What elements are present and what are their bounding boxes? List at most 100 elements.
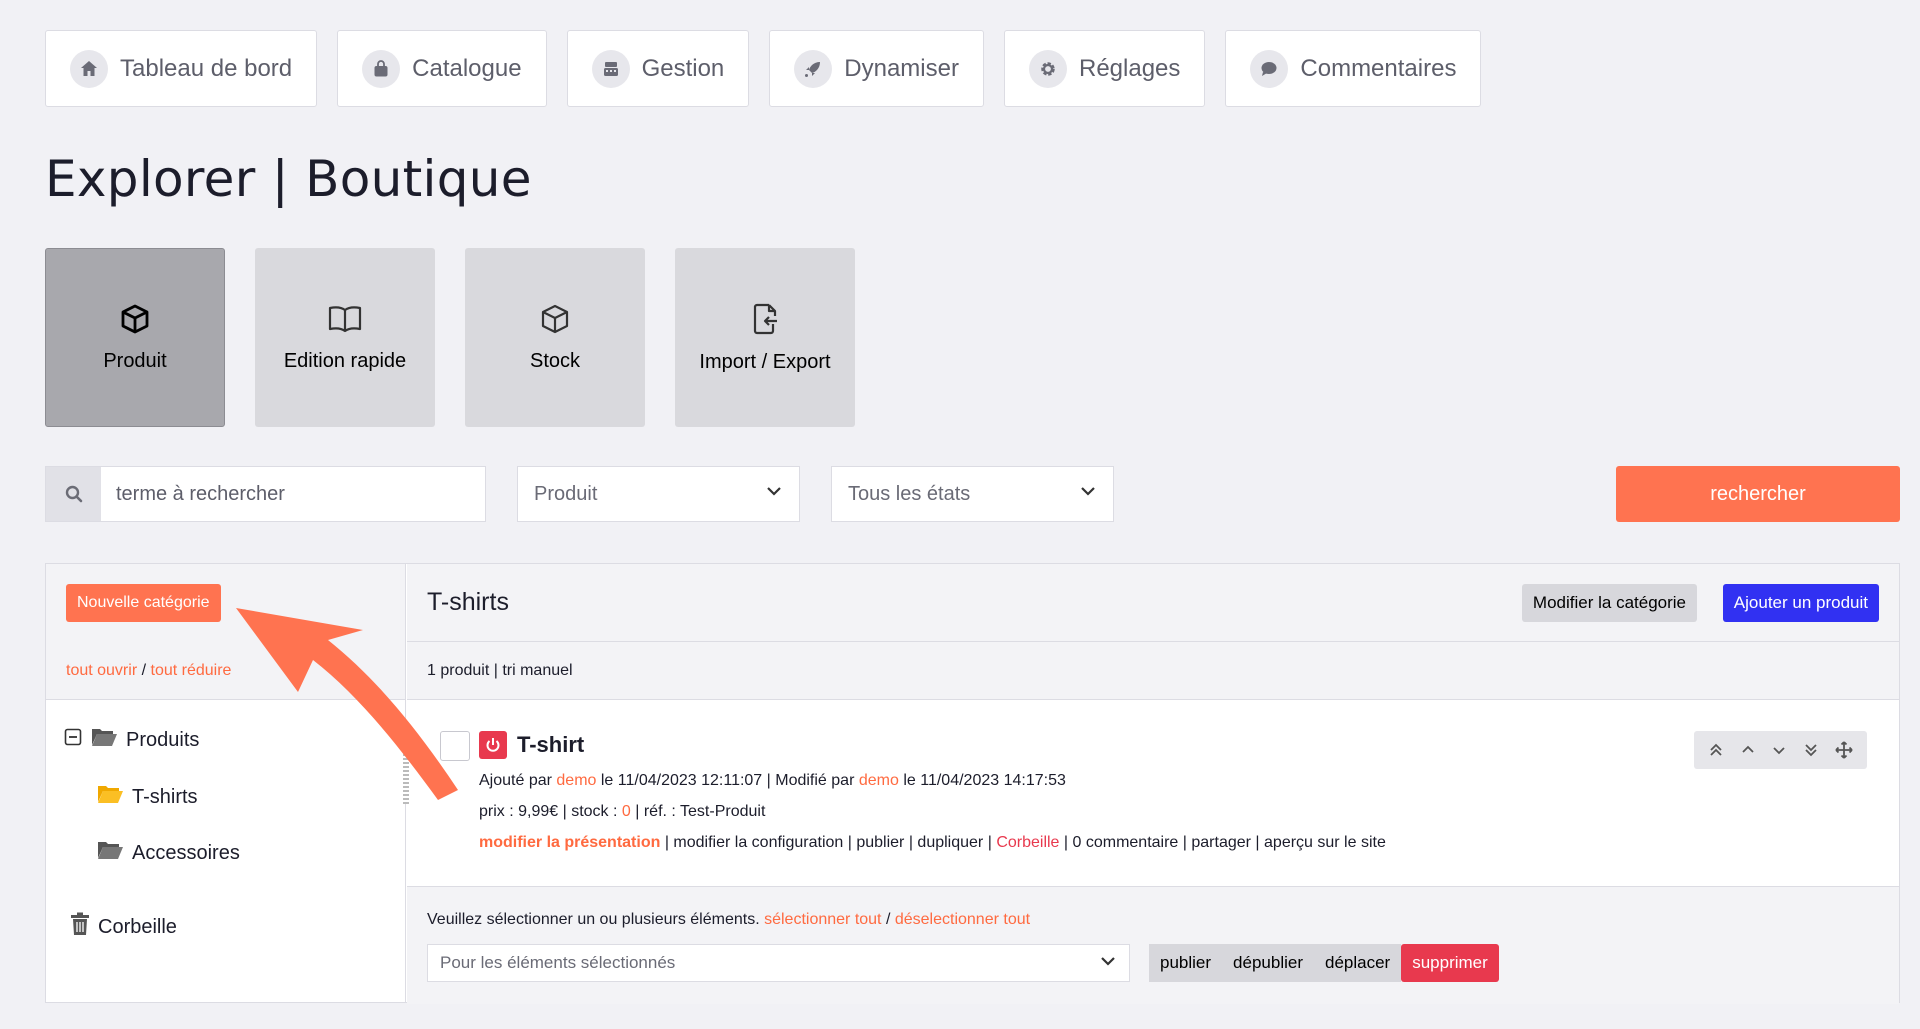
drag-move-icon[interactable] bbox=[1835, 741, 1853, 759]
search-box bbox=[45, 466, 486, 522]
nav-reglages[interactable]: Réglages bbox=[1003, 30, 1206, 107]
product-checkbox[interactable] bbox=[440, 731, 470, 761]
tree-item-trash[interactable]: Corbeille bbox=[70, 912, 177, 942]
sidebar-header: Nouvelle catégorie tout ouvrir / tout ré… bbox=[46, 564, 405, 700]
collapse-icon[interactable] bbox=[64, 728, 82, 752]
selection-hint: Veuillez sélectionner un ou plusieurs él… bbox=[427, 911, 760, 928]
product-actions-end[interactable]: | 0 commentaire | partager | aperçu sur … bbox=[1064, 834, 1386, 851]
category-sidebar: Nouvelle catégorie tout ouvrir / tout ré… bbox=[46, 564, 409, 1002]
type-select[interactable]: Produit bbox=[517, 466, 800, 522]
tile-label: Import / Export bbox=[699, 350, 831, 373]
tree-item-tshirts[interactable]: T-shirts bbox=[96, 783, 198, 811]
move-button[interactable]: déplacer bbox=[1314, 944, 1402, 982]
nav-label: Catalogue bbox=[412, 54, 522, 82]
section-tiles: Produit Edition rapide Stock Import / Ex… bbox=[45, 248, 855, 427]
category-title: T-shirts bbox=[427, 588, 509, 616]
product-meta-line: Ajouté par demo le 11/04/2023 12:11:07 |… bbox=[479, 772, 1066, 790]
add-product-button[interactable]: Ajouter un produit bbox=[1722, 584, 1879, 622]
edit-category-button[interactable]: Modifier la catégorie bbox=[1521, 584, 1697, 622]
nav-commentaires[interactable]: Commentaires bbox=[1225, 30, 1482, 107]
nav-label: Tableau de bord bbox=[120, 54, 293, 82]
tile-import-export[interactable]: Import / Export bbox=[675, 248, 855, 427]
tile-edition-rapide[interactable]: Edition rapide bbox=[255, 248, 435, 427]
trash-link[interactable]: Corbeille bbox=[996, 834, 1059, 851]
select-all-link[interactable]: sélectionner tout bbox=[764, 911, 881, 928]
delete-button[interactable]: supprimer bbox=[1401, 944, 1499, 982]
publish-button[interactable]: publier bbox=[1149, 944, 1223, 982]
state-select-value: Tous les états bbox=[848, 482, 971, 505]
tree-item-produits[interactable]: Produits bbox=[64, 726, 199, 754]
bulk-actions-area: Veuillez sélectionner un ou plusieurs él… bbox=[407, 887, 1899, 1004]
nav-catalogue[interactable]: Catalogue bbox=[337, 30, 547, 107]
tree-toggle-links: tout ouvrir / tout réduire bbox=[66, 662, 231, 680]
deselect-all-link[interactable]: déselectionner tout bbox=[895, 911, 1030, 928]
link-separator: / bbox=[885, 911, 891, 928]
nav-gestion[interactable]: Gestion bbox=[566, 30, 750, 107]
chevron-down-icon bbox=[1099, 952, 1117, 975]
product-actions[interactable]: | modifier la configuration | publier | … bbox=[665, 834, 992, 851]
bulk-action-select[interactable]: Pour les éléments sélectionnés bbox=[427, 944, 1130, 982]
page-title: Explorer | Boutique bbox=[45, 150, 532, 208]
tile-label: Stock bbox=[529, 349, 581, 372]
tile-label: Produit bbox=[103, 349, 167, 372]
price-text: prix : 9,99€ | stock : bbox=[479, 803, 618, 820]
modified-by-link[interactable]: demo bbox=[859, 772, 899, 789]
search-icon[interactable] bbox=[46, 467, 101, 521]
new-category-button[interactable]: Nouvelle catégorie bbox=[66, 584, 221, 622]
product-row: T-shirt Ajouté par demo le 11/04/2023 12… bbox=[407, 700, 1899, 887]
added-prefix: Ajouté par bbox=[479, 772, 552, 789]
tree-item-label: Produits bbox=[126, 728, 200, 751]
explorer-panel: Nouvelle catégorie tout ouvrir / tout ré… bbox=[45, 563, 1900, 1004]
product-actions-line: modifier la présentation | modifier la c… bbox=[479, 834, 1386, 852]
state-select[interactable]: Tous les états bbox=[831, 466, 1114, 522]
added-by-link[interactable]: demo bbox=[556, 772, 596, 789]
move-down-icon[interactable] bbox=[1771, 742, 1787, 758]
bulk-buttons: publier dépublier déplacer supprimer bbox=[1149, 944, 1499, 982]
move-up-icon[interactable] bbox=[1740, 742, 1756, 758]
open-all-link[interactable]: tout ouvrir bbox=[66, 662, 137, 679]
added-date: le 11/04/2023 12:11:07 | Modifié par bbox=[600, 772, 855, 789]
category-header: T-shirts Modifier la catégorie Ajouter u… bbox=[407, 564, 1899, 642]
nav-dynamiser[interactable]: Dynamiser bbox=[769, 30, 984, 107]
nav-dashboard[interactable]: Tableau de bord bbox=[45, 30, 318, 107]
box-icon bbox=[119, 303, 151, 340]
product-info-line: prix : 9,99€ | stock : 0 | réf. : Test-P… bbox=[479, 803, 765, 821]
tree-item-label: Corbeille bbox=[98, 915, 177, 938]
move-top-icon[interactable] bbox=[1708, 742, 1724, 758]
top-nav: Tableau de bord Catalogue Gestion Dynami… bbox=[45, 30, 1482, 107]
edit-presentation-link[interactable]: modifier la présentation bbox=[479, 834, 660, 851]
tile-stock[interactable]: Stock bbox=[465, 248, 645, 427]
bag-icon bbox=[362, 49, 401, 88]
chevron-down-icon bbox=[765, 482, 783, 506]
folder-open-icon bbox=[96, 839, 124, 867]
box-icon bbox=[539, 303, 571, 340]
product-name[interactable]: T-shirt bbox=[517, 732, 584, 758]
book-icon bbox=[327, 303, 363, 340]
power-icon[interactable] bbox=[479, 731, 507, 759]
tree-item-accessoires[interactable]: Accessoires bbox=[96, 839, 240, 867]
stock-value: 0 bbox=[621, 803, 631, 820]
move-bottom-icon[interactable] bbox=[1803, 742, 1819, 758]
tile-produit[interactable]: Produit bbox=[45, 248, 225, 427]
nav-label: Gestion bbox=[641, 54, 725, 82]
link-separator: / bbox=[141, 662, 147, 679]
search-input[interactable] bbox=[101, 467, 485, 521]
unpublish-button[interactable]: dépublier bbox=[1222, 944, 1314, 982]
rocket-icon bbox=[794, 49, 833, 88]
home-icon bbox=[70, 49, 108, 88]
folder-open-icon bbox=[96, 783, 124, 811]
chevron-down-icon bbox=[1079, 482, 1097, 506]
gear-icon bbox=[1028, 49, 1067, 88]
ref-text: | réf. : Test-Produit bbox=[635, 803, 766, 820]
register-icon bbox=[591, 49, 630, 88]
comment-icon bbox=[1250, 49, 1289, 88]
collapse-all-link[interactable]: tout réduire bbox=[151, 662, 232, 679]
folder-open-icon bbox=[90, 726, 118, 754]
search-button[interactable]: rechercher bbox=[1616, 466, 1900, 522]
nav-label: Commentaires bbox=[1300, 54, 1457, 82]
modified-date: le 11/04/2023 14:17:53 bbox=[903, 772, 1066, 789]
category-summary: 1 produit | tri manuel bbox=[407, 642, 1899, 700]
category-content: T-shirts Modifier la catégorie Ajouter u… bbox=[407, 564, 1899, 1004]
nav-label: Réglages bbox=[1078, 54, 1181, 82]
selection-message: Veuillez sélectionner un ou plusieurs él… bbox=[427, 911, 1030, 929]
